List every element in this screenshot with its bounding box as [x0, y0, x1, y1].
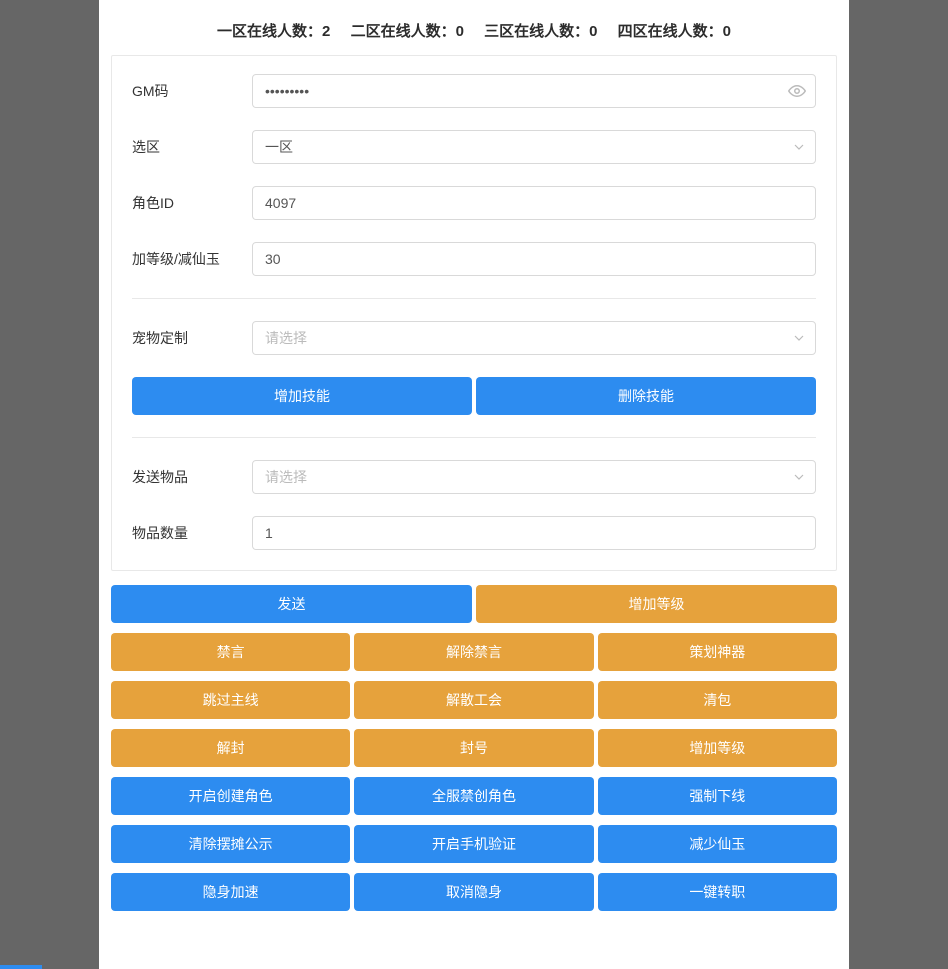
action-button[interactable]: 取消隐身 [354, 873, 593, 911]
item-qty-input[interactable] [252, 516, 816, 550]
action-button[interactable]: 增加等级 [598, 729, 837, 767]
gm-code-label: GM码 [132, 81, 252, 101]
zone1-count: 一区在线人数：2 [217, 23, 330, 40]
divider [132, 437, 816, 438]
send-item-placeholder: 请选择 [265, 467, 307, 487]
action-row: 发送增加等级 [111, 585, 837, 623]
action-button[interactable]: 增加等级 [476, 585, 837, 623]
admin-page: 一区在线人数：2 二区在线人数：0 三区在线人数：0 四区在线人数：0 GM码 … [99, 0, 849, 969]
add-skill-button[interactable]: 增加技能 [132, 377, 472, 415]
chevron-down-icon [793, 332, 805, 344]
action-button[interactable]: 全服禁创角色 [354, 777, 593, 815]
action-button[interactable]: 清除摆摊公示 [111, 825, 350, 863]
action-row: 隐身加速取消隐身一键转职 [111, 873, 837, 911]
action-row: 跳过主线解散工会清包 [111, 681, 837, 719]
item-qty-label: 物品数量 [132, 523, 252, 543]
send-item-label: 发送物品 [132, 467, 252, 487]
pet-custom-label: 宠物定制 [132, 328, 252, 348]
gm-code-input[interactable] [252, 74, 816, 108]
action-button[interactable]: 隐身加速 [111, 873, 350, 911]
bottom-progress-bar [0, 965, 42, 969]
pet-custom-placeholder: 请选择 [265, 328, 307, 348]
role-id-row: 角色ID [132, 186, 816, 220]
zone2-count: 二区在线人数：0 [351, 23, 464, 40]
zone-select[interactable]: 一区 [252, 130, 816, 164]
action-button[interactable]: 开启创建角色 [111, 777, 350, 815]
action-row: 开启创建角色全服禁创角色强制下线 [111, 777, 837, 815]
pet-custom-select[interactable]: 请选择 [252, 321, 816, 355]
action-button[interactable]: 策划神器 [598, 633, 837, 671]
eye-icon[interactable] [788, 82, 806, 100]
chevron-down-icon [793, 141, 805, 153]
zone4-count: 四区在线人数：0 [618, 23, 731, 40]
gm-code-row: GM码 [132, 74, 816, 108]
form-card: GM码 选区 一区 角色ID [111, 55, 837, 571]
action-button[interactable]: 减少仙玉 [598, 825, 837, 863]
action-row: 禁言解除禁言策划神器 [111, 633, 837, 671]
zone-row: 选区 一区 [132, 130, 816, 164]
zone-select-value: 一区 [265, 137, 293, 157]
send-item-select[interactable]: 请选择 [252, 460, 816, 494]
action-row: 清除摆摊公示开启手机验证减少仙玉 [111, 825, 837, 863]
send-item-row: 发送物品 请选择 [132, 460, 816, 494]
action-grid: 发送增加等级禁言解除禁言策划神器跳过主线解散工会清包解封封号增加等级开启创建角色… [99, 585, 849, 911]
action-button[interactable]: 跳过主线 [111, 681, 350, 719]
level-jade-input[interactable] [252, 242, 816, 276]
action-button[interactable]: 发送 [111, 585, 472, 623]
action-button[interactable]: 解散工会 [354, 681, 593, 719]
role-id-label: 角色ID [132, 193, 252, 213]
level-jade-label: 加等级/减仙玉 [132, 249, 252, 269]
action-row: 解封封号增加等级 [111, 729, 837, 767]
level-jade-row: 加等级/减仙玉 [132, 242, 816, 276]
action-button[interactable]: 封号 [354, 729, 593, 767]
pet-custom-row: 宠物定制 请选择 [132, 321, 816, 355]
action-button[interactable]: 开启手机验证 [354, 825, 593, 863]
chevron-down-icon [793, 471, 805, 483]
action-button[interactable]: 强制下线 [598, 777, 837, 815]
skill-button-row: 增加技能 删除技能 [132, 377, 816, 415]
role-id-input[interactable] [252, 186, 816, 220]
online-stats-header: 一区在线人数：2 二区在线人数：0 三区在线人数：0 四区在线人数：0 [99, 18, 849, 55]
zone-label: 选区 [132, 137, 252, 157]
divider [132, 298, 816, 299]
item-qty-row: 物品数量 [132, 516, 816, 550]
action-button[interactable]: 清包 [598, 681, 837, 719]
action-button[interactable]: 禁言 [111, 633, 350, 671]
action-button[interactable]: 解除禁言 [354, 633, 593, 671]
delete-skill-button[interactable]: 删除技能 [476, 377, 816, 415]
action-button[interactable]: 解封 [111, 729, 350, 767]
action-button[interactable]: 一键转职 [598, 873, 837, 911]
zone3-count: 三区在线人数：0 [484, 23, 597, 40]
